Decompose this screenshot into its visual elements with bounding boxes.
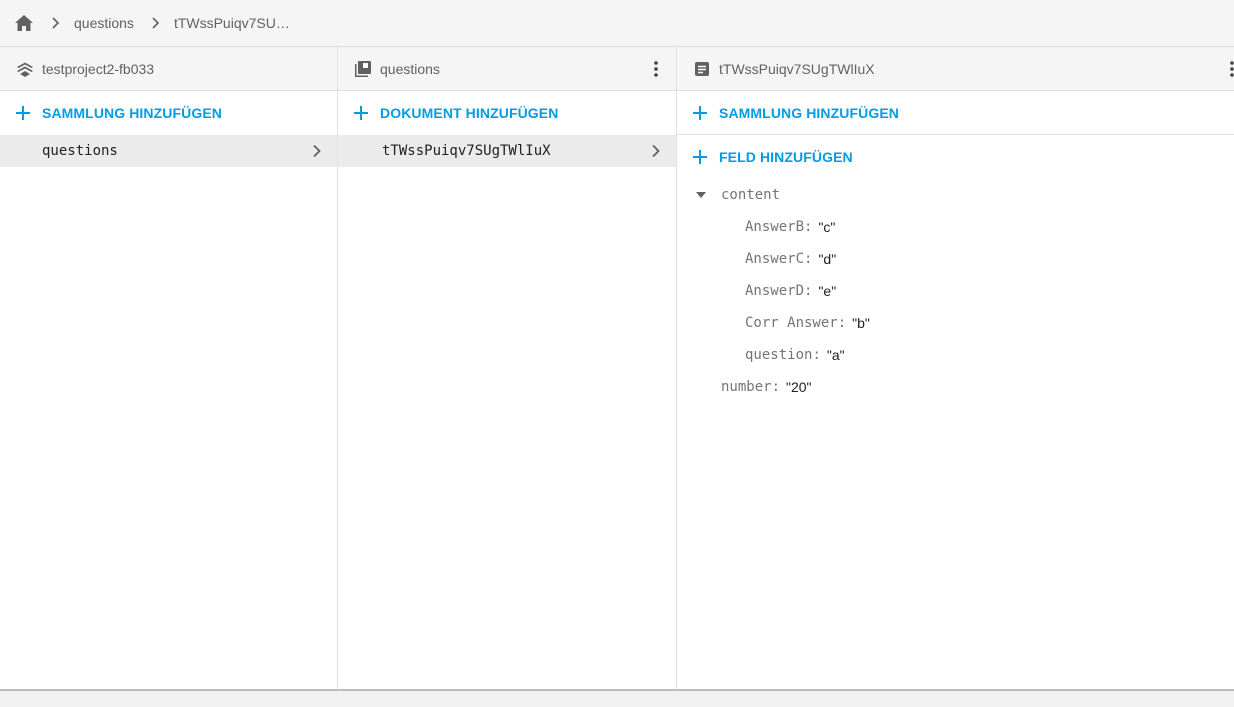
breadcrumb-item-questions[interactable]: questions — [74, 15, 134, 31]
add-collection-button[interactable]: SAMMLUNG HINZUFÜGEN — [0, 91, 337, 135]
field-value: "e" — [818, 283, 837, 299]
add-field-label: FELD HINZUFÜGEN — [719, 149, 853, 165]
caret-down-icon[interactable] — [695, 189, 707, 201]
field-row[interactable]: question: "a" — [677, 339, 1234, 371]
add-subcollection-label: SAMMLUNG HINZUFÜGEN — [719, 104, 899, 121]
chevron-right-icon — [48, 15, 64, 31]
collection-icon — [354, 60, 372, 78]
collection-name: questions — [42, 143, 118, 159]
field-value: "c" — [818, 219, 836, 235]
add-document-label: DOKUMENT HINZUFÜGEN — [380, 105, 559, 121]
field-row[interactable]: AnswerC: "d" — [677, 243, 1234, 275]
field-key: content — [721, 187, 781, 203]
plus-icon — [691, 104, 709, 122]
home-icon[interactable] — [14, 13, 34, 33]
field-key: AnswerD — [745, 283, 805, 299]
collection-list-item[interactable]: questions — [0, 135, 337, 167]
project-title: testproject2-fb033 — [42, 60, 155, 77]
field-row[interactable]: AnswerB: "c" — [677, 211, 1234, 243]
firestore-icon — [16, 60, 34, 78]
field-key: Corr Answer — [745, 315, 838, 331]
chevron-right-icon — [648, 143, 664, 159]
field-row[interactable]: Corr Answer: "b" — [677, 307, 1234, 339]
chevron-right-icon — [309, 143, 325, 159]
field-row[interactable]: AnswerD: "e" — [677, 275, 1234, 307]
map-field-content[interactable]: content — [677, 179, 1234, 211]
collection-panel-header: questions — [338, 47, 676, 91]
document-icon — [693, 60, 711, 78]
field-list: content AnswerB: "c" AnswerC: "d" Answer… — [677, 179, 1234, 403]
field-key: AnswerB — [745, 219, 805, 235]
field-key: AnswerC — [745, 251, 805, 267]
field-key: question — [745, 347, 813, 363]
field-value: "b" — [852, 315, 870, 331]
collection-panel: questions DOKUMENT HINZUFÜGEN tTWssPuiqv… — [337, 47, 676, 689]
document-list-item[interactable]: tTWssPuiqv7SUgTWlIuX — [338, 135, 676, 167]
breadcrumb-item-document[interactable]: tTWssPuiqv7SU… — [174, 15, 290, 31]
data-panels: testproject2-fb033 SAMMLUNG HINZUFÜGEN q… — [0, 47, 1234, 689]
plus-icon — [691, 148, 709, 166]
breadcrumb: questions tTWssPuiqv7SU… — [0, 0, 1234, 47]
add-collection-label: SAMMLUNG HINZUFÜGEN — [42, 105, 222, 121]
chevron-right-icon — [148, 15, 164, 31]
document-title: tTWssPuiqv7SUgTWlIuX — [719, 60, 875, 77]
more-vert-icon[interactable] — [1222, 59, 1234, 79]
add-field-button[interactable]: FELD HINZUFÜGEN — [677, 135, 1234, 179]
field-key: number — [721, 379, 772, 395]
document-panel: tTWssPuiqv7SUgTWlIuX SAMMLUNG HINZUFÜGEN… — [676, 47, 1234, 689]
add-document-button[interactable]: DOKUMENT HINZUFÜGEN — [338, 91, 676, 135]
root-panel-header: testproject2-fb033 — [0, 47, 337, 91]
horizontal-scrollbar[interactable] — [0, 689, 1234, 707]
document-panel-header: tTWssPuiqv7SUgTWlIuX — [677, 47, 1234, 91]
field-value: "a" — [826, 347, 845, 363]
field-value: "d" — [818, 251, 837, 267]
more-vert-icon[interactable] — [646, 59, 666, 79]
field-value: "20" — [786, 379, 812, 395]
field-row[interactable]: number: "20" — [677, 371, 1234, 403]
plus-icon — [14, 104, 32, 122]
collection-title: questions — [380, 60, 440, 77]
document-id: tTWssPuiqv7SUgTWlIuX — [382, 143, 551, 159]
plus-icon — [352, 104, 370, 122]
add-subcollection-button[interactable]: SAMMLUNG HINZUFÜGEN — [677, 91, 1234, 135]
root-panel: testproject2-fb033 SAMMLUNG HINZUFÜGEN q… — [0, 47, 337, 689]
